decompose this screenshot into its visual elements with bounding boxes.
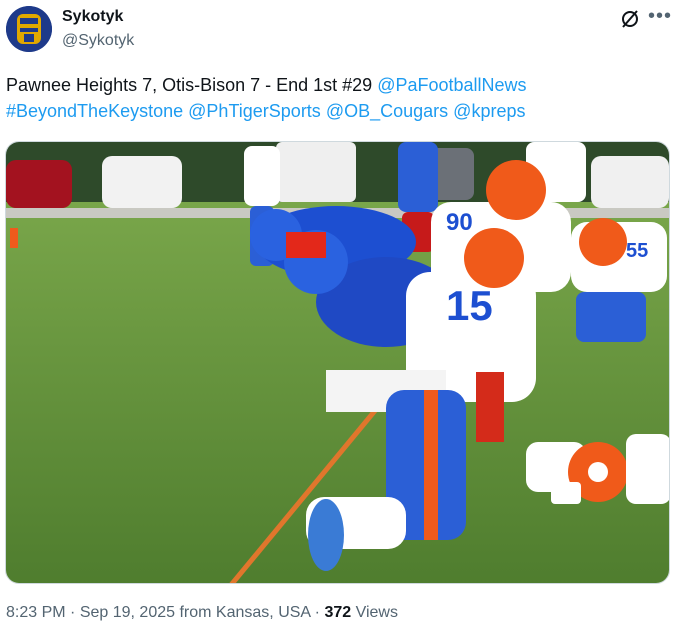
separator: · — [314, 604, 320, 621]
ambulance — [276, 142, 356, 202]
more-icon[interactable]: ••• — [648, 5, 672, 28]
mention-kpreps[interactable]: @kpreps — [453, 101, 525, 121]
mention-phtigersports[interactable]: @PhTigerSports — [188, 101, 321, 121]
orange-helmet-15 — [464, 228, 524, 288]
user-handle[interactable]: @Sykotyk — [62, 32, 134, 50]
views-count: 372 — [324, 604, 352, 621]
display-name[interactable]: Sykotyk — [62, 8, 123, 26]
tweet-meta: 8:23 PM · Sep 19, 2025 from Kansas, USA … — [6, 604, 398, 622]
views-label: Views — [355, 604, 398, 621]
white-suv — [102, 156, 182, 208]
mention-pafootballnews[interactable]: @PaFootballNews — [377, 75, 526, 95]
grok-icon[interactable] — [619, 8, 641, 30]
separator: · — [70, 604, 76, 621]
red-car — [6, 160, 72, 208]
orange-helmet-55 — [579, 218, 627, 266]
jersey-number-15: 15 — [446, 282, 493, 329]
avatar[interactable] — [6, 6, 52, 52]
tweet-time[interactable]: 8:23 PM — [6, 604, 66, 621]
tweet-photo[interactable]: 90 55 15 — [5, 141, 670, 584]
jersey-number-55: 55 — [626, 240, 648, 262]
orange-helmet-90 — [486, 160, 546, 220]
athletic-logo-avatar-icon — [6, 6, 52, 52]
mention-ob-cougars[interactable]: @OB_Cougars — [326, 101, 448, 121]
white-car — [591, 156, 669, 208]
hashtag-beyondthekeystone[interactable]: #BeyondTheKeystone — [6, 101, 183, 121]
football-photo: 90 55 15 — [6, 142, 669, 583]
jersey-number-90: 90 — [446, 209, 473, 236]
tweet-date[interactable]: Sep 19, 2025 — [80, 604, 175, 621]
tweet-text-plain: Pawnee Heights 7, Otis-Bison 7 - End 1st… — [6, 75, 373, 95]
tweet-location: from Kansas, USA — [179, 604, 311, 621]
tweet-text: Pawnee Heights 7, Otis-Bison 7 - End 1st… — [6, 72, 666, 124]
